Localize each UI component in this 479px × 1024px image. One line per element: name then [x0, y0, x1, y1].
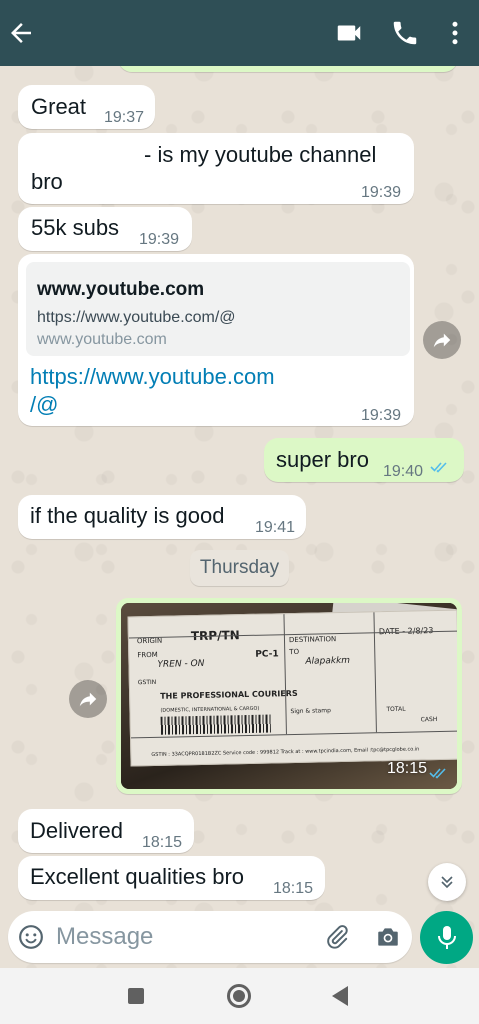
emoji-icon[interactable]: [18, 924, 44, 950]
message-text: 55k subs: [31, 215, 120, 240]
message-text: Great: [31, 94, 87, 119]
receipt-handwriting-from: YREN - ON: [157, 658, 205, 670]
receipt-rule: [283, 614, 287, 735]
forward-icon: [433, 333, 451, 348]
message-bubble-incoming[interactable]: Great 19:37: [18, 85, 155, 129]
message-time: 18:15: [386, 760, 427, 777]
message-text: super bro: [276, 447, 369, 472]
receipt-total: TOTAL: [386, 705, 406, 714]
receipt-footer: GSTIN : 33ACQPR0181B2ZC Service code : 9…: [151, 746, 420, 759]
message-time: 19:39: [361, 407, 402, 424]
message-bubble-incoming[interactable]: Excellent qualities bro 18:15: [18, 856, 325, 900]
read-ticks-icon: [430, 462, 447, 473]
scroll-to-bottom-button[interactable]: [428, 863, 466, 901]
message-text: if the quality is good: [30, 503, 225, 528]
message-text: Excellent qualities bro: [30, 864, 245, 889]
chat-header: [0, 0, 479, 66]
paperclip-icon[interactable]: [324, 924, 350, 950]
message-bubble-incoming[interactable]: - is my youtube channel bro 19:39: [18, 133, 414, 204]
recents-button[interactable]: [128, 988, 144, 1004]
courier-receipt-photo[interactable]: ORIGIN TRP/TN DESTINATION DATE - 2/8/23 …: [121, 603, 457, 789]
video-camera-icon[interactable]: [334, 18, 364, 48]
message-text-line: - is my youtube channel: [144, 142, 377, 167]
receipt-rule: [373, 612, 377, 733]
message-text: Delivered: [30, 818, 123, 843]
message-link-line[interactable]: /@: [30, 391, 58, 419]
voice-record-button[interactable]: [420, 911, 473, 964]
message-time: 19:41: [255, 519, 296, 536]
receipt-to: TO: [289, 647, 300, 657]
link-preview-card[interactable]: www.youtube.com https://www.youtube.com/…: [26, 262, 410, 356]
courier-receipt: ORIGIN TRP/TN DESTINATION DATE - 2/8/23 …: [127, 609, 457, 767]
receipt-barcode: [160, 714, 271, 735]
message-bubble-incoming[interactable]: Delivered 18:15: [18, 809, 194, 853]
receipt-sign: Sign & stamp: [290, 707, 331, 716]
message-bubble-link[interactable]: www.youtube.com https://www.youtube.com/…: [18, 254, 414, 426]
link-preview-title: www.youtube.com: [37, 279, 205, 300]
message-time: 18:15: [273, 880, 314, 897]
date-divider: Thursday: [190, 550, 289, 586]
forward-icon: [79, 692, 97, 707]
forward-button[interactable]: [423, 321, 461, 359]
message-bubble-outgoing[interactable]: super bro 19:40: [264, 438, 464, 482]
message-link-line[interactable]: https://www.youtube.com: [30, 363, 275, 391]
microphone-icon: [438, 926, 456, 949]
message-bubble-incoming[interactable]: 55k subs 19:39: [18, 207, 192, 251]
back-button[interactable]: [332, 986, 348, 1006]
message-bubble-incoming[interactable]: if the quality is good 19:41: [18, 495, 306, 539]
message-text-line: bro: [31, 169, 63, 194]
more-vertical-icon[interactable]: [440, 18, 470, 48]
message-time: 18:15: [142, 834, 183, 851]
receipt-pc: PC-1: [255, 649, 279, 660]
message-time: 19:37: [104, 109, 145, 126]
message-bubble-image[interactable]: ORIGIN TRP/TN DESTINATION DATE - 2/8/23 …: [116, 598, 462, 794]
message-time: 19:39: [361, 184, 402, 201]
phone-icon[interactable]: [390, 18, 420, 48]
message-time: 19:40: [383, 463, 424, 480]
message-input[interactable]: Message: [56, 923, 153, 951]
camera-icon[interactable]: [375, 924, 401, 950]
home-button[interactable]: [227, 984, 251, 1008]
message-composer[interactable]: Message: [8, 911, 412, 963]
message-time: 19:39: [139, 231, 180, 248]
double-chevron-down-icon: [441, 876, 453, 889]
receipt-from: FROM: [137, 650, 158, 660]
receipt-gstin: GSTIN: [137, 678, 157, 687]
link-preview-domain: www.youtube.com: [37, 331, 167, 348]
receipt-handwriting-to: Alapakkm: [305, 655, 351, 667]
forward-button[interactable]: [69, 680, 107, 718]
arrow-left-icon[interactable]: [6, 18, 36, 48]
read-ticks-icon: [429, 768, 446, 779]
